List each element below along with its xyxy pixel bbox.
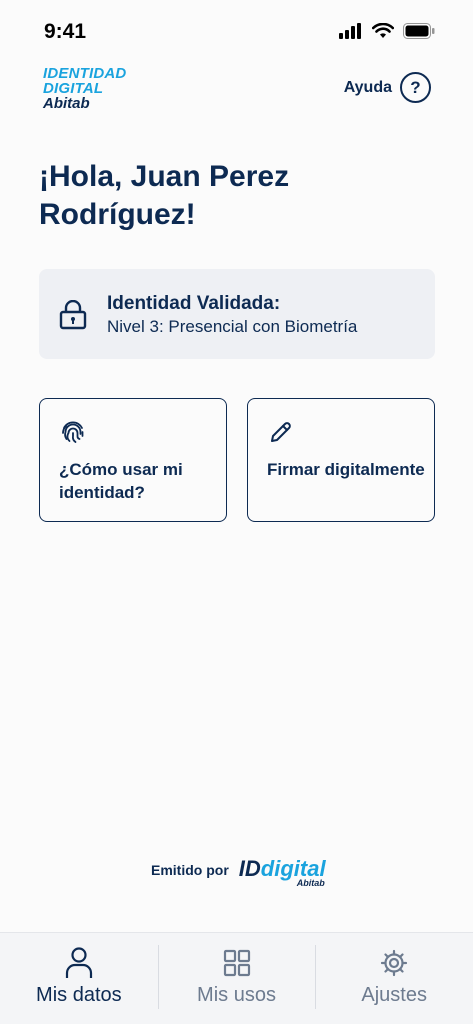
issued-by-label: Emitido por — [151, 862, 229, 878]
tab-mis-datos-label: Mis datos — [36, 984, 122, 1006]
logo-abitab-text: Abitab — [296, 878, 325, 888]
tab-mis-datos[interactable]: Mis datos — [0, 933, 158, 1024]
identidad-digital-logo: IDENTIDAD DIGITAL Abitab — [43, 66, 153, 111]
wifi-icon — [372, 23, 394, 38]
status-icons — [339, 23, 435, 39]
how-to-use-identity-label: ¿Cómo usar mi identidad? — [59, 460, 183, 502]
battery-icon — [403, 23, 435, 39]
issued-by: Emitido por IDdigital Abitab — [151, 856, 329, 888]
signal-icon — [339, 23, 361, 39]
pencil-icon — [271, 422, 291, 442]
tab-mis-usos-label: Mis usos — [197, 984, 276, 1006]
greeting-title: ¡Hola, Juan Perez Rodríguez! — [39, 160, 290, 231]
help-button[interactable]: Ayuda ? — [344, 72, 431, 103]
help-icon: ? — [400, 72, 431, 103]
sign-digitally-label: Firmar digitalmente — [267, 460, 425, 479]
person-icon — [65, 947, 92, 978]
identity-status-card: Identidad Validada: Nivel 3: Presencial … — [39, 269, 435, 359]
status-bar: 9:41 — [0, 0, 473, 64]
logo-id-text: ID — [238, 856, 261, 881]
tab-mis-usos[interactable]: Mis usos — [157, 933, 316, 1024]
fingerprint-icon — [62, 421, 84, 443]
logo-line-2: DIGITAL — [43, 80, 104, 97]
identity-status-title: Identidad Validada: — [107, 293, 281, 314]
bottom-tab-bar: Mis datos Mis usos Ajustes — [0, 932, 473, 1024]
gear-icon — [381, 949, 408, 977]
status-time: 9:41 — [44, 20, 87, 43]
tab-ajustes[interactable]: Ajustes — [315, 933, 473, 1024]
help-label: Ayuda — [343, 78, 392, 96]
logo-line-1: IDENTIDAD — [43, 65, 127, 82]
lock-icon — [59, 300, 87, 330]
sign-digitally-card[interactable]: Firmar digitalmente — [247, 398, 435, 522]
iddigital-logo: IDdigital Abitab — [238, 856, 329, 888]
grid-icon — [223, 949, 250, 977]
logo-line-3: Abitab — [43, 95, 90, 112]
tab-ajustes-label: Ajustes — [361, 984, 427, 1006]
how-to-use-identity-card[interactable]: ¿Cómo usar mi identidad? — [39, 398, 227, 522]
identity-status-level: Nivel 3: Presencial con Biometría — [107, 317, 358, 336]
